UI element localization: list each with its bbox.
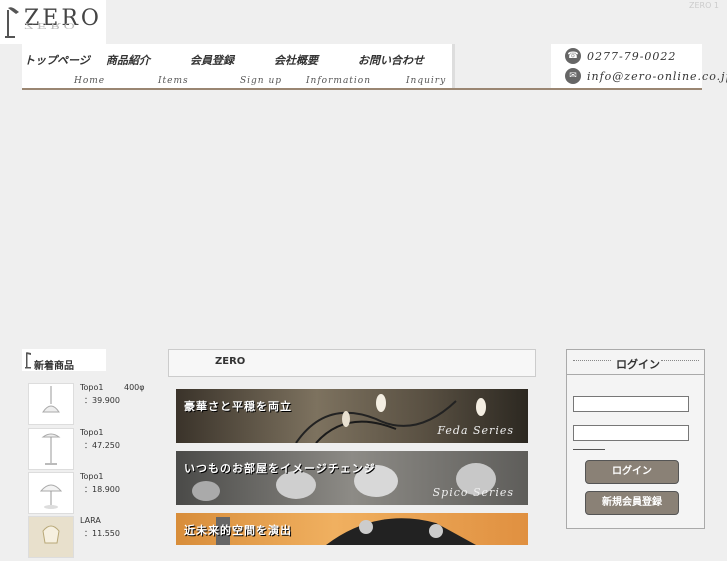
contact-email[interactable]: ✉ info@zero-online.co.jp [565, 67, 727, 85]
nav-home-jp: トップページ [24, 54, 90, 67]
nav-signup-jp: 会員登録 [190, 54, 234, 67]
product-size: 400φ [124, 383, 145, 392]
product-price: ：39.900 [84, 396, 120, 405]
nav-items-jp: 商品紹介 [106, 54, 150, 67]
login-panel: ログイン ログイン 新規会員登録 [566, 349, 705, 529]
product-item[interactable]: LARA ：11.550 [28, 516, 148, 558]
nav-divider [22, 88, 702, 90]
product-name[interactable]: LARA [80, 516, 101, 525]
nav-items-en: Items [158, 76, 189, 86]
banner-third[interactable]: 近未来的空間を演出 [176, 513, 528, 545]
nav-information-jp: 会社概要 [274, 54, 318, 67]
contact-phone: ☎ 0277-79-0022 [565, 47, 676, 65]
nav-inquiry-jp: お問い合わせ [358, 54, 424, 67]
nav-home-en: Home [74, 76, 106, 86]
contact-box: ☎ 0277-79-0022 ✉ info@zero-online.co.jp [551, 44, 727, 88]
corner-text: ZERO 1 [688, 1, 719, 10]
login-divider [573, 449, 605, 450]
mail-icon: ✉ [565, 68, 581, 84]
product-name[interactable]: Topo1 [80, 428, 103, 437]
email-address[interactable]: info@zero-online.co.jp [587, 70, 727, 83]
banner-feda[interactable]: 豪華さと平穏を両立 Feda Series [176, 389, 528, 443]
new-items-header: 新着商品 [22, 349, 106, 372]
product-price: ：47.250 [84, 441, 120, 450]
login-title: ログイン [616, 358, 660, 371]
product-price: ：18.900 [84, 485, 120, 494]
product-item[interactable]: Topo1 ：47.250 [28, 428, 148, 470]
banner-tagline: 近未来的空間を演出 [184, 524, 292, 537]
ornament-left [573, 360, 611, 365]
lamp-icon [25, 352, 31, 369]
banner-tagline: いつものお部屋をイメージチェンジ [184, 462, 376, 475]
site-logo[interactable]: ZERO ZERO [0, 0, 106, 44]
product-item[interactable]: Topo1 ：18.900 [28, 472, 148, 514]
new-items-title: 新着商品 [34, 361, 74, 372]
register-button[interactable]: 新規会員登録 [585, 491, 679, 515]
login-id-input[interactable] [573, 396, 689, 412]
phone-icon: ☎ [565, 48, 581, 64]
phone-number: 0277-79-0022 [587, 49, 677, 63]
login-button[interactable]: ログイン [585, 460, 679, 484]
logo-reflection: ZERO [24, 20, 78, 30]
main-title-bar: ZERO [168, 349, 536, 377]
banner-tagline: 豪華さと平穏を両立 [184, 400, 292, 413]
main-title: ZERO [215, 356, 246, 367]
nav-signup-en: Sign up [240, 76, 283, 86]
banner-series: Feda Series [437, 424, 514, 437]
banner-spico[interactable]: いつものお部屋をイメージチェンジ Spico Series [176, 451, 528, 505]
product-price: ：11.550 [84, 529, 120, 538]
banner-series: Spico Series [432, 486, 514, 499]
nav-information-en: Information [306, 76, 372, 86]
login-header: ログイン [567, 350, 704, 375]
login-password-input[interactable] [573, 425, 689, 441]
product-image[interactable] [28, 383, 74, 425]
product-name[interactable]: Topo1 [80, 383, 103, 392]
product-name[interactable]: Topo1 [80, 472, 103, 481]
product-image[interactable] [28, 428, 74, 470]
product-item[interactable]: Topo1 400φ ：39.900 [28, 383, 148, 425]
product-image[interactable] [28, 516, 74, 558]
lamp-icon [5, 7, 19, 38]
product-image[interactable] [28, 472, 74, 514]
ornament-right [661, 360, 699, 365]
main-nav: トップページ Home 商品紹介 Items 会員登録 Sign up 会社概要… [22, 44, 455, 88]
nav-inquiry-en: Inquiry [406, 76, 447, 86]
